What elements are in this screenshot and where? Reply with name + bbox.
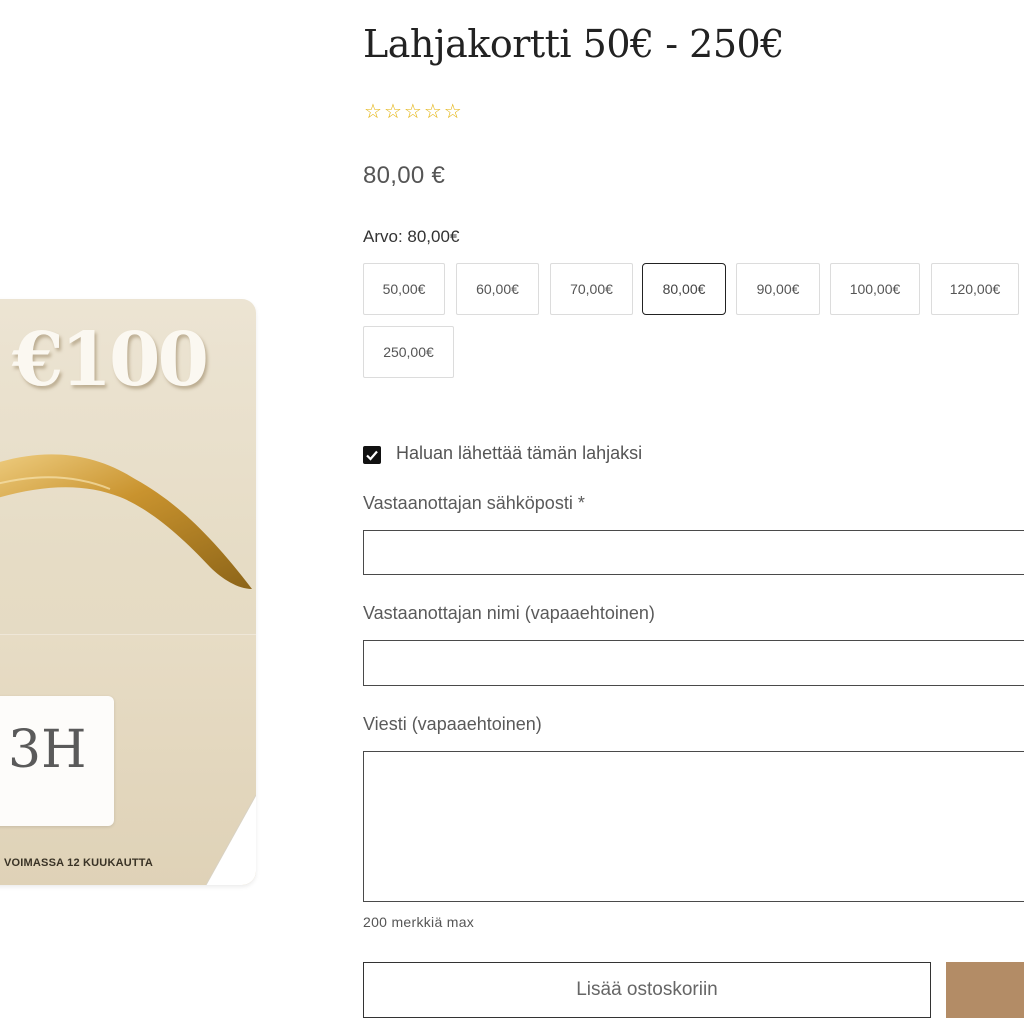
recipient-email-field[interactable] xyxy=(363,530,1024,575)
card-code-box: 3H xyxy=(0,696,114,826)
product-title: Lahjakortti 50€ - 250€ xyxy=(363,22,784,66)
buy-now-button[interactable] xyxy=(946,962,1024,1018)
value-option-80[interactable]: 80,00€ xyxy=(642,263,726,315)
value-option-60[interactable]: 60,00€ xyxy=(456,263,539,315)
star-icon: ☆ xyxy=(443,101,462,123)
recipient-name-field[interactable] xyxy=(363,640,1024,686)
send-as-gift-label: Haluan lähettää tämän lahjaksi xyxy=(396,443,643,463)
message-label: Viesti (vapaaehtoinen) xyxy=(363,714,542,734)
card-validity-text: VOIMASSA 12 KUUKAUTTA xyxy=(4,857,154,869)
product-price: 80,00 € xyxy=(363,162,446,189)
value-option-100[interactable]: 100,00€ xyxy=(830,263,920,315)
gift-card-image: €100 3H VOIMASSA 12 KUUKAUTTA xyxy=(0,299,256,885)
value-option-250[interactable]: 250,00€ xyxy=(363,326,454,378)
checkmark-icon xyxy=(366,450,378,461)
gold-ribbon-graphic xyxy=(0,454,252,589)
star-icon: ☆ xyxy=(403,101,422,123)
card-amount: €100 xyxy=(12,317,209,403)
add-to-cart-button[interactable]: Lisää ostoskoriin xyxy=(363,962,931,1018)
card-code: 3H xyxy=(8,720,87,780)
recipient-name-label: Vastaanottajan nimi (vapaaehtoinen) xyxy=(363,603,655,623)
value-option-90[interactable]: 90,00€ xyxy=(736,263,820,315)
recipient-email-label: Vastaanottajan sähköposti * xyxy=(363,493,585,513)
message-hint: 200 merkkiä max xyxy=(363,914,475,930)
send-as-gift-checkbox[interactable] xyxy=(363,446,381,464)
message-textarea[interactable] xyxy=(363,751,1024,902)
value-option-70[interactable]: 70,00€ xyxy=(550,263,633,315)
card-corner-fold xyxy=(206,795,256,885)
star-icon: ☆ xyxy=(423,101,442,123)
star-icon: ☆ xyxy=(383,101,402,123)
value-option-50[interactable]: 50,00€ xyxy=(363,263,445,315)
value-option-120[interactable]: 120,00€ xyxy=(931,263,1019,315)
star-icon: ☆ xyxy=(364,101,382,123)
value-label: Arvo: 80,00€ xyxy=(363,227,460,246)
rating-stars[interactable]: ☆ ☆ ☆ ☆ ☆ xyxy=(364,101,462,123)
